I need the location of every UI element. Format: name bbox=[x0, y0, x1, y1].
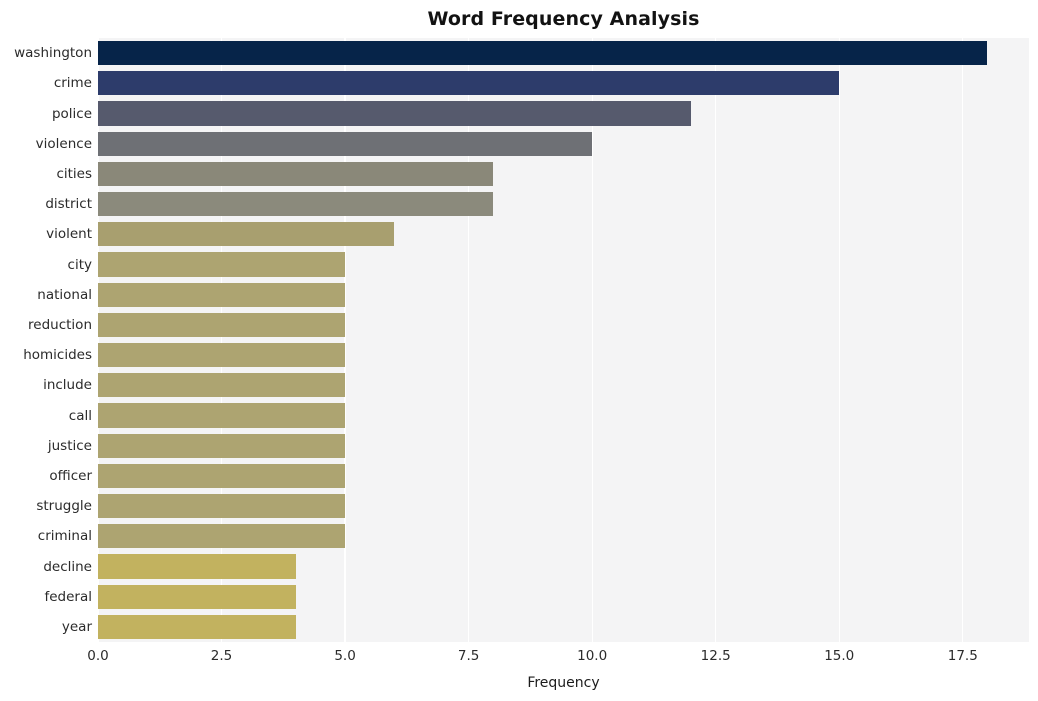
bar-row bbox=[98, 584, 1029, 609]
x-tick-label-15.0: 15.0 bbox=[824, 648, 855, 664]
bar-police[interactable] bbox=[98, 101, 691, 126]
bar-row bbox=[98, 463, 1029, 488]
y-tick-label-district: district bbox=[45, 196, 92, 213]
bar-justice[interactable] bbox=[98, 433, 346, 458]
y-tick-label-city: city bbox=[67, 256, 92, 273]
y-tick-label-officer: officer bbox=[49, 467, 92, 484]
y-tick-label-washington: washington bbox=[14, 45, 92, 62]
bar-row bbox=[98, 614, 1029, 639]
bar-row bbox=[98, 222, 1029, 247]
bar-city[interactable] bbox=[98, 252, 346, 277]
y-tick-label-police: police bbox=[51, 105, 92, 122]
bar-reduction[interactable] bbox=[98, 312, 346, 337]
y-tick-label-year: year bbox=[61, 618, 92, 635]
bar-row bbox=[98, 161, 1029, 186]
y-tick-label-homicides: homicides bbox=[23, 347, 92, 364]
x-axis-tick-labels: 0.0 2.5 5.0 7.5 10.0 12.5 15.0 17.5 bbox=[87, 648, 1029, 668]
bar-violence[interactable] bbox=[98, 131, 593, 156]
bar-struggle[interactable] bbox=[98, 494, 346, 519]
bar-federal[interactable] bbox=[98, 584, 296, 609]
bar-row bbox=[98, 373, 1029, 398]
bar-row bbox=[98, 524, 1029, 549]
bar-row bbox=[98, 71, 1029, 96]
bar-include[interactable] bbox=[98, 373, 346, 398]
bar-row bbox=[98, 131, 1029, 156]
y-tick-label-crime: crime bbox=[53, 75, 92, 92]
y-tick-label-cities: cities bbox=[56, 165, 92, 182]
bar-row bbox=[98, 494, 1029, 519]
bar-row bbox=[98, 282, 1029, 307]
bar-cities[interactable] bbox=[98, 161, 494, 186]
bar-crime[interactable] bbox=[98, 71, 840, 96]
bar-row bbox=[98, 312, 1029, 337]
bar-district[interactable] bbox=[98, 192, 494, 217]
bar-row bbox=[98, 343, 1029, 368]
x-tick-label-17.5: 17.5 bbox=[947, 648, 978, 664]
y-tick-label-criminal: criminal bbox=[37, 528, 92, 545]
y-tick-label-call: call bbox=[68, 407, 92, 424]
x-tick-label-0.0: 0.0 bbox=[87, 648, 109, 664]
bar-violent[interactable] bbox=[98, 222, 395, 247]
bar-homicides[interactable] bbox=[98, 343, 346, 368]
y-tick-label-decline: decline bbox=[43, 558, 92, 575]
x-tick-label-12.5: 12.5 bbox=[700, 648, 731, 664]
y-tick-label-federal: federal bbox=[44, 588, 92, 605]
bar-row bbox=[98, 403, 1029, 428]
y-tick-label-reduction: reduction bbox=[28, 316, 92, 333]
x-tick-label-2.5: 2.5 bbox=[210, 648, 233, 664]
bar-washington[interactable] bbox=[98, 41, 988, 66]
bar-criminal[interactable] bbox=[98, 524, 346, 549]
y-tick-label-include: include bbox=[43, 377, 92, 394]
y-tick-label-struggle: struggle bbox=[36, 498, 92, 515]
y-tick-label-violence: violence bbox=[35, 135, 92, 152]
bar-row bbox=[98, 433, 1029, 458]
y-tick-label-violent: violent bbox=[46, 226, 92, 243]
y-axis-tick-labels: washington crime police violence cities distr… bbox=[0, 38, 92, 642]
chart-title: Word Frequency Analysis bbox=[427, 8, 700, 30]
x-axis-label: Frequency bbox=[527, 675, 600, 691]
bar-call[interactable] bbox=[98, 403, 346, 428]
bar-year[interactable] bbox=[98, 614, 296, 639]
bar-series bbox=[98, 38, 1029, 642]
bar-decline[interactable] bbox=[98, 554, 296, 579]
plot-area bbox=[98, 38, 1029, 642]
bar-national[interactable] bbox=[98, 282, 346, 307]
y-tick-label-justice: justice bbox=[47, 437, 92, 454]
bar-row bbox=[98, 192, 1029, 217]
bar-officer[interactable] bbox=[98, 463, 346, 488]
x-tick-label-7.5: 7.5 bbox=[457, 648, 480, 664]
word-frequency-chart-figure: Word Frequency Analysis washington crime p… bbox=[0, 0, 1038, 701]
x-tick-label-10.0: 10.0 bbox=[577, 648, 608, 664]
bar-row bbox=[98, 41, 1029, 66]
y-tick-label-national: national bbox=[37, 286, 92, 303]
bar-row bbox=[98, 101, 1029, 126]
bar-row bbox=[98, 554, 1029, 579]
x-tick-label-5.0: 5.0 bbox=[334, 648, 356, 664]
bar-row bbox=[98, 252, 1029, 277]
